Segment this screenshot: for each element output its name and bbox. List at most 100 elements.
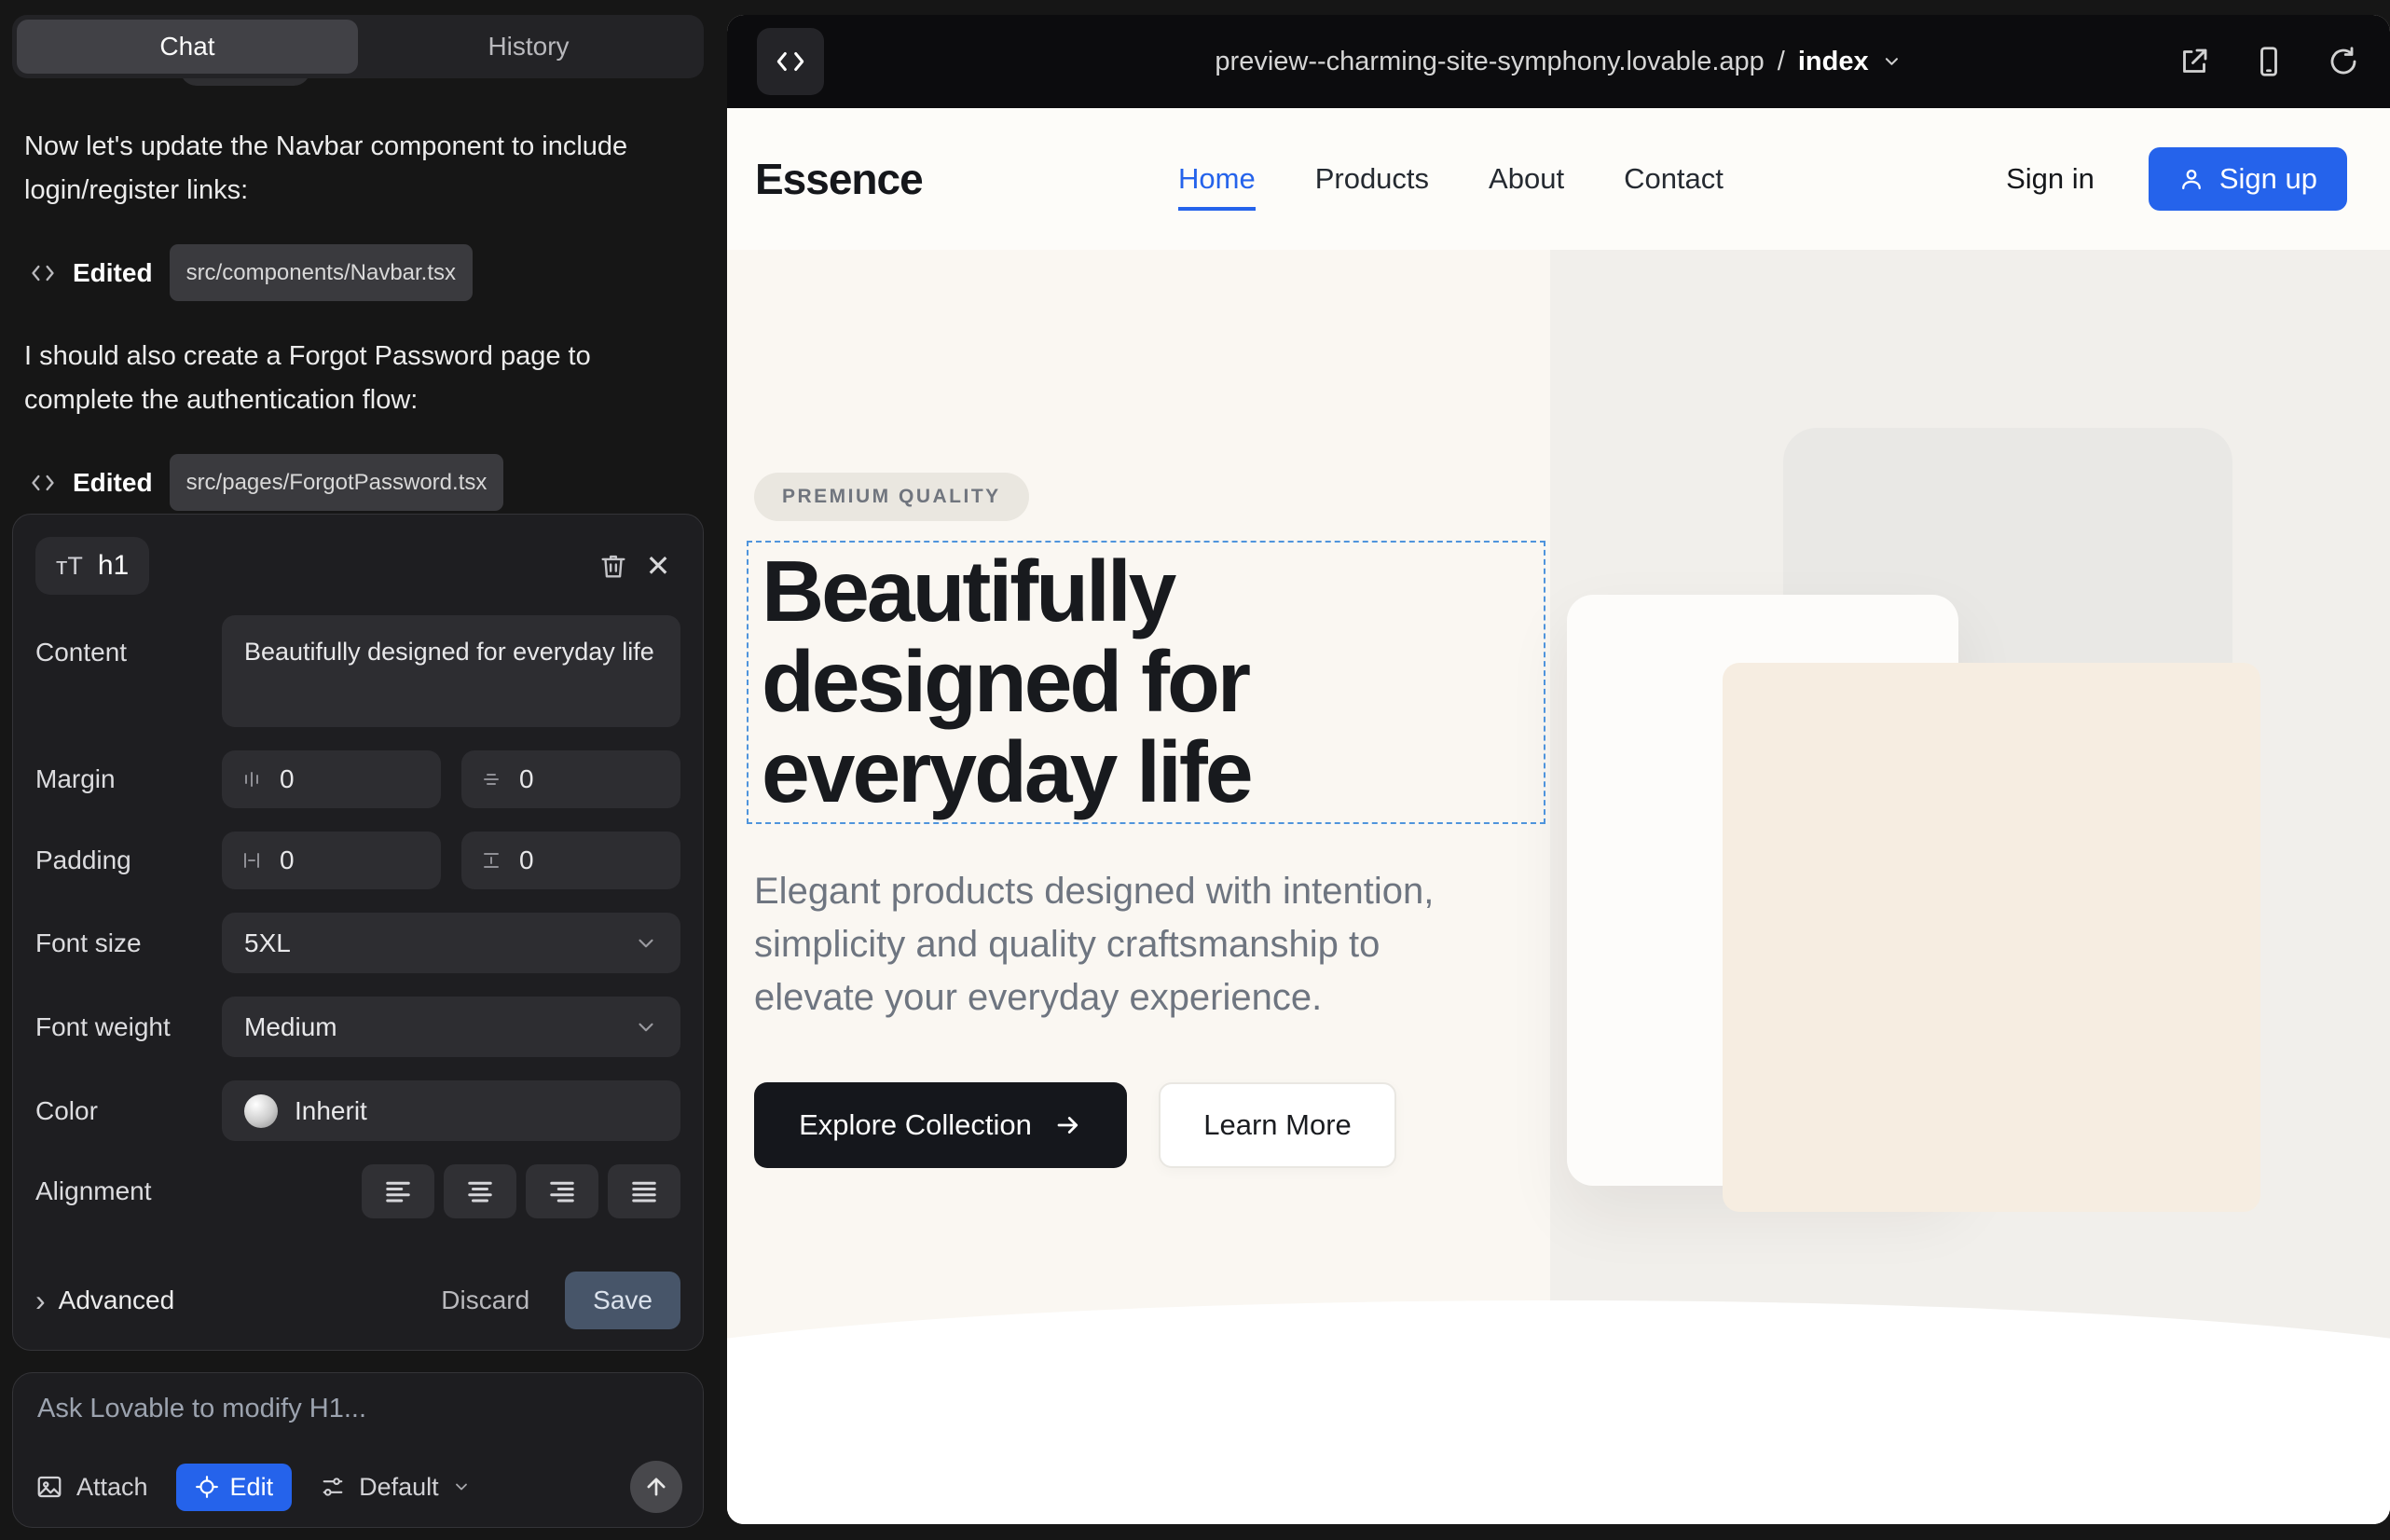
padding-vertical-input[interactable]: 0 xyxy=(461,832,680,889)
content-label: Content xyxy=(35,615,222,667)
hero-description: Elegant products designed with intention… xyxy=(754,865,1495,1024)
editor-header: ᴛT h1 ✕ xyxy=(35,537,680,595)
discard-button[interactable]: Discard xyxy=(441,1286,529,1315)
align-center-button[interactable] xyxy=(444,1164,516,1218)
font-weight-select[interactable]: Medium xyxy=(222,997,680,1057)
tab-chat[interactable]: Chat xyxy=(17,20,358,74)
preview-url-domain: preview--charming-site-symphony.lovable.… xyxy=(1215,47,1764,77)
nav-link-contact[interactable]: Contact xyxy=(1624,162,1724,196)
learn-more-button[interactable]: Learn More xyxy=(1159,1082,1396,1168)
chevron-down-icon xyxy=(634,931,658,956)
edit-mode-button[interactable]: Edit xyxy=(176,1464,293,1511)
margin-horizontal-icon xyxy=(240,768,263,791)
decorative-card-beige xyxy=(1723,663,2260,1212)
tab-history[interactable]: History xyxy=(358,20,699,74)
arrow-right-icon xyxy=(1054,1111,1082,1139)
align-justify-icon xyxy=(630,1177,658,1205)
crosshair-icon xyxy=(195,1475,219,1499)
code-icon xyxy=(30,260,56,286)
sidebar-tabbar: Chat History xyxy=(12,15,704,78)
app-window: Chat History Now let's update the Navbar… xyxy=(0,0,2390,1540)
composer-input[interactable] xyxy=(37,1394,679,1438)
color-select[interactable]: Inherit xyxy=(222,1080,680,1141)
font-size-select[interactable]: 5XL xyxy=(222,913,680,973)
preview-url-dropdown[interactable]: preview--charming-site-symphony.lovable.… xyxy=(1215,47,1902,77)
color-label: Color xyxy=(35,1096,222,1126)
mobile-view-icon[interactable] xyxy=(2252,45,2286,78)
chevron-down-icon xyxy=(452,1478,471,1496)
sign-up-button[interactable]: Sign up xyxy=(2149,147,2347,211)
align-justify-button[interactable] xyxy=(608,1164,680,1218)
hero-headline[interactable]: Beautifully designed for everyday life xyxy=(762,546,1531,818)
explore-collection-button[interactable]: Explore Collection xyxy=(754,1082,1127,1168)
tune-icon xyxy=(320,1474,346,1500)
preview-url-path: index xyxy=(1798,47,1869,77)
close-icon: ✕ xyxy=(646,548,671,584)
advanced-toggle[interactable]: › Advanced xyxy=(35,1286,174,1315)
edited-label: Edited xyxy=(73,461,153,504)
margin-horizontal-input[interactable]: 0 xyxy=(222,750,441,808)
element-tag-label: h1 xyxy=(98,550,129,582)
chat-message: Now let's update the Navbar component to… xyxy=(24,125,692,213)
nav-link-about[interactable]: About xyxy=(1489,162,1564,196)
trash-icon xyxy=(598,550,629,582)
site-navbar: Essence Home Products About Contact Sign… xyxy=(727,108,2390,250)
chevron-right-icon: › xyxy=(35,1286,46,1315)
user-icon xyxy=(2178,166,2205,192)
chevron-down-icon xyxy=(1882,51,1902,72)
text-style-icon: ᴛT xyxy=(56,552,83,581)
chat-composer: Attach Edit Default xyxy=(12,1372,704,1528)
site-logo[interactable]: Essence xyxy=(755,154,923,204)
padding-vertical-icon xyxy=(480,849,502,872)
nav-link-home[interactable]: Home xyxy=(1178,162,1256,196)
send-button[interactable] xyxy=(630,1461,682,1513)
padding-horizontal-input[interactable]: 0 xyxy=(222,832,441,889)
align-center-icon xyxy=(466,1177,494,1205)
file-chip[interactable]: src/pages/ForgotPassword.tsx xyxy=(170,454,504,511)
color-swatch xyxy=(244,1094,278,1128)
align-right-button[interactable] xyxy=(526,1164,598,1218)
sign-in-link[interactable]: Sign in xyxy=(2006,162,2095,196)
hero-bottom-curve xyxy=(727,1300,2390,1524)
alignment-label: Alignment xyxy=(35,1176,222,1206)
element-tag-pill[interactable]: ᴛT h1 xyxy=(35,537,149,595)
attach-button[interactable]: Attach xyxy=(35,1473,148,1502)
margin-label: Margin xyxy=(35,764,222,794)
code-view-toggle[interactable] xyxy=(757,28,824,95)
model-default-dropdown[interactable]: Default xyxy=(320,1473,471,1502)
file-chip[interactable]: src/components/Navbar.tsx xyxy=(170,244,473,301)
padding-horizontal-icon xyxy=(240,849,263,872)
preview-toolbar: preview--charming-site-symphony.lovable.… xyxy=(727,15,2390,108)
code-icon xyxy=(775,46,806,77)
margin-vertical-input[interactable]: 0 xyxy=(461,750,680,808)
url-separator: / xyxy=(1778,47,1785,77)
element-editor-panel: ᴛT h1 ✕ Content Beautifully designed for… xyxy=(12,514,704,1351)
selected-element-outline[interactable]: Beautifully designed for everyday life xyxy=(747,541,1545,824)
edited-file-row[interactable]: Edited src/components/Navbar.tsx xyxy=(30,244,692,301)
save-button[interactable]: Save xyxy=(565,1272,680,1329)
edited-file-row[interactable]: Edited src/pages/ForgotPassword.tsx xyxy=(30,454,692,511)
font-weight-label: Font weight xyxy=(35,1012,222,1042)
align-left-icon xyxy=(384,1177,412,1205)
chat-messages: Now let's update the Navbar component to… xyxy=(24,125,692,544)
font-size-label: Font size xyxy=(35,928,222,958)
hero-eyebrow-badge: PREMIUM QUALITY xyxy=(754,473,1029,521)
image-icon xyxy=(35,1473,63,1501)
code-icon xyxy=(30,470,56,496)
align-right-icon xyxy=(548,1177,576,1205)
open-external-icon[interactable] xyxy=(2177,45,2211,78)
edited-label: Edited xyxy=(73,251,153,295)
padding-label: Padding xyxy=(35,846,222,875)
delete-element-button[interactable] xyxy=(591,543,636,588)
chevron-down-icon xyxy=(634,1015,658,1039)
margin-vertical-icon xyxy=(480,768,502,791)
chat-message: I should also create a Forgot Password p… xyxy=(24,335,692,422)
align-left-button[interactable] xyxy=(362,1164,434,1218)
content-input[interactable]: Beautifully designed for everyday life xyxy=(222,615,680,727)
nav-link-products[interactable]: Products xyxy=(1315,162,1429,196)
close-editor-button[interactable]: ✕ xyxy=(636,543,680,588)
site-canvas: Essence Home Products About Contact Sign… xyxy=(727,108,2390,1524)
preview-pane: preview--charming-site-symphony.lovable.… xyxy=(727,15,2390,1524)
refresh-icon[interactable] xyxy=(2327,45,2360,78)
arrow-up-icon xyxy=(643,1474,669,1500)
